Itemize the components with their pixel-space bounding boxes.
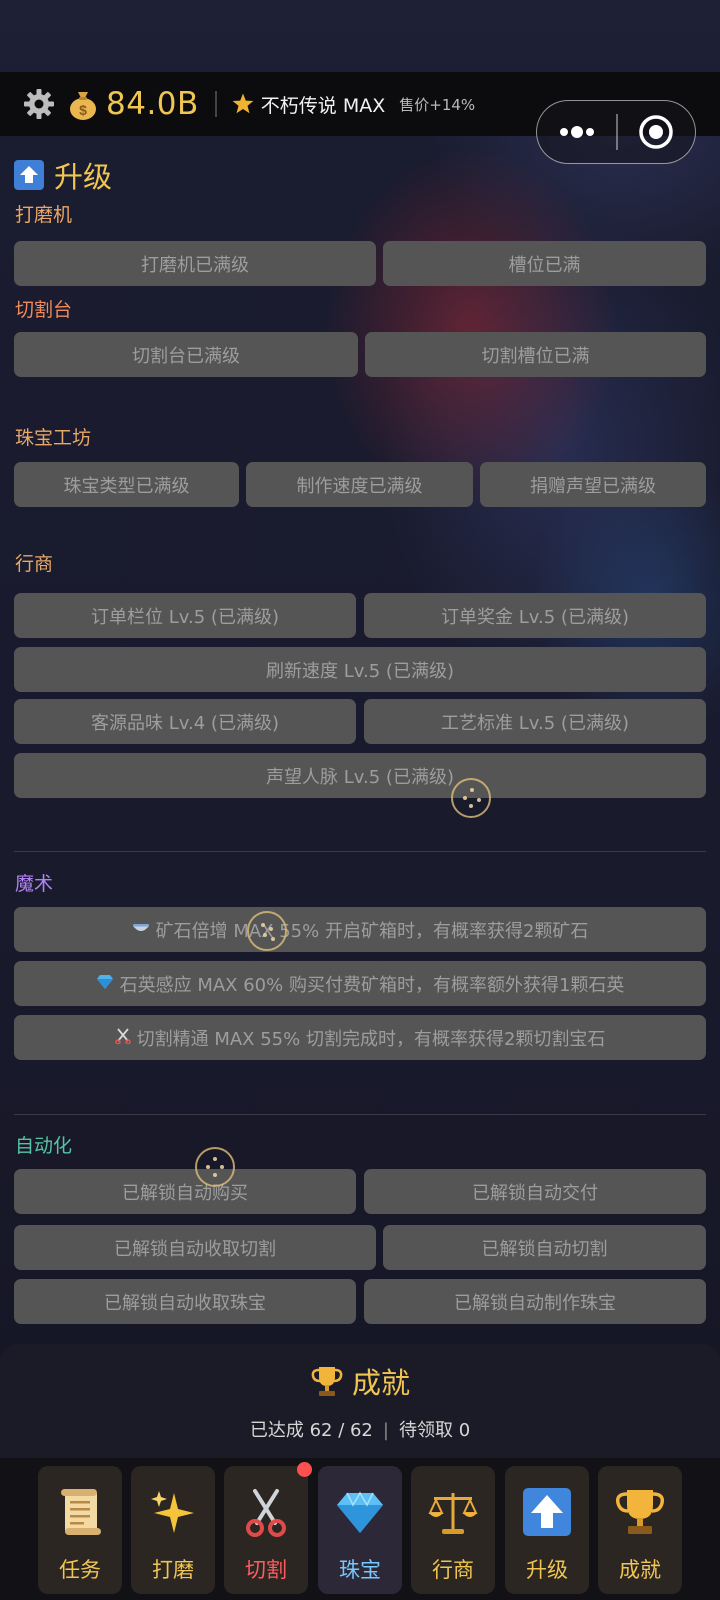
craft-standard-button[interactable]: 工艺标准 Lv.5 (已满级): [364, 699, 706, 744]
workshop-label: 珠宝工坊: [15, 427, 92, 449]
nav-tab-cut[interactable]: 切割: [224, 1466, 308, 1594]
sparkle-effect: [451, 778, 491, 818]
close-target-icon[interactable]: [618, 102, 695, 162]
diamond-icon: [332, 1484, 388, 1540]
scissors-icon: [238, 1484, 294, 1540]
trophy-icon: [612, 1484, 668, 1540]
cut-mastery-text: 切割精通 MAX 55% 切割完成时，有概率获得2颗切割宝石: [136, 1028, 606, 1050]
sparkles-icon: [145, 1484, 201, 1540]
donate-prestige-button[interactable]: 捐赠声望已满级: [480, 462, 706, 507]
order-slot-button[interactable]: 订单栏位 Lv.5 (已满级): [14, 593, 356, 638]
jewel-type-button[interactable]: 珠宝类型已满级: [14, 462, 239, 507]
order-bonus-button[interactable]: 订单奖金 Lv.5 (已满级): [364, 593, 706, 638]
money-bag-icon: $: [66, 87, 100, 121]
ore-multiply-button[interactable]: 矿石倍增 MAX 55% 开启矿箱时，有概率获得2颗矿石: [14, 907, 706, 952]
scissors-icon: [114, 1027, 131, 1048]
bowl-icon: [132, 921, 150, 939]
achievement-title: 成就: [0, 1360, 720, 1402]
capsule-menu: [536, 100, 696, 164]
achievement-summary: 已达成 62 / 62 | 待领取 0: [0, 1416, 720, 1442]
achievement-panel: 成就 已达成 62 / 62 | 待领取 0: [0, 1344, 720, 1458]
grinder-level-button[interactable]: 打磨机已满级: [14, 241, 376, 286]
more-icon[interactable]: [537, 102, 616, 162]
grinder-label: 打磨机: [15, 204, 73, 226]
nav-tab-label: 行商: [432, 1558, 474, 1582]
star-icon: [231, 92, 255, 116]
svg-text:$: $: [79, 102, 87, 118]
status-separator: [214, 91, 217, 117]
nav-tab-upgrade[interactable]: 升级: [505, 1466, 589, 1594]
quartz-sense-text: 石英感应 MAX 60% 购买付费矿箱时，有概率额外获得1颗石英: [119, 974, 625, 996]
achievement-progress: 已达成 62 / 62: [249, 1420, 373, 1441]
cutter-level-button[interactable]: 切割台已满级: [14, 332, 358, 377]
craft-speed-button[interactable]: 制作速度已满级: [246, 462, 473, 507]
nav-tab-label: 珠宝: [339, 1558, 381, 1582]
nav-tab-label: 成就: [619, 1558, 661, 1582]
sparkle-effect: [195, 1147, 235, 1187]
nav-tab-label: 升级: [526, 1558, 568, 1582]
nav-tab-achievements[interactable]: 成就: [598, 1466, 682, 1594]
automation-label: 自动化: [15, 1135, 73, 1157]
gem-icon: [96, 974, 114, 994]
sale-bonus: 售价+14%: [399, 95, 476, 114]
nav-tab-label: 任务: [59, 1558, 101, 1582]
auto-craft-jewel-button[interactable]: 已解锁自动制作珠宝: [364, 1279, 706, 1324]
achievement-pending: 待领取 0: [398, 1420, 471, 1441]
section-divider: [14, 851, 706, 852]
cutter-label: 切割台: [15, 299, 73, 321]
notification-dot: [297, 1462, 312, 1477]
nav-tab-grind[interactable]: 打磨: [131, 1466, 215, 1594]
prestige-network-button[interactable]: 声望人脉 Lv.5 (已满级): [14, 753, 706, 798]
nav-tab-jewel[interactable]: 珠宝: [318, 1466, 402, 1594]
nav-tab-merchant[interactable]: 行商: [411, 1466, 495, 1594]
achievement-separator: |: [382, 1420, 389, 1441]
coin-balance: 84.0B: [106, 86, 199, 122]
refresh-speed-button[interactable]: 刷新速度 Lv.5 (已满级): [14, 647, 706, 692]
achievement-heading: 成就: [351, 1366, 410, 1400]
auto-cut-button[interactable]: 已解锁自动切割: [383, 1225, 706, 1270]
nav-tab-tasks[interactable]: 任务: [38, 1466, 122, 1594]
trophy-icon: [310, 1364, 344, 1398]
sparkle-effect: [247, 911, 287, 951]
gear-icon[interactable]: [22, 87, 56, 121]
scroll-icon: [52, 1484, 108, 1540]
auto-collect-jewel-button[interactable]: 已解锁自动收取珠宝: [14, 1279, 356, 1324]
rank-label: 不朽传说 MAX: [260, 94, 386, 117]
scales-icon: [425, 1484, 481, 1540]
auto-deliver-button[interactable]: 已解锁自动交付: [364, 1169, 706, 1214]
section-divider: [14, 1114, 706, 1115]
ore-multiply-text: 矿石倍增 MAX 55% 开启矿箱时，有概率获得2颗矿石: [155, 920, 589, 942]
top-backdrop: [0, 0, 720, 72]
up-arrow-icon: [519, 1484, 575, 1540]
auto-collect-cut-button[interactable]: 已解锁自动收取切割: [14, 1225, 376, 1270]
cutter-slot-button[interactable]: 切割槽位已满: [365, 332, 706, 377]
nav-tab-label: 打磨: [152, 1558, 194, 1582]
magic-label: 魔术: [15, 873, 54, 895]
up-arrow-icon: [14, 160, 44, 190]
customer-taste-button[interactable]: 客源品味 Lv.4 (已满级): [14, 699, 356, 744]
auto-buy-button[interactable]: 已解锁自动购买: [14, 1169, 356, 1214]
quartz-sense-button[interactable]: 石英感应 MAX 60% 购买付费矿箱时，有概率额外获得1颗石英: [14, 961, 706, 1006]
cut-mastery-button[interactable]: 切割精通 MAX 55% 切割完成时，有概率获得2颗切割宝石: [14, 1015, 706, 1060]
upgrade-section-title: 升级: [14, 154, 112, 196]
page-title: 升级: [54, 160, 113, 194]
merchant-label: 行商: [15, 553, 54, 575]
nav-tab-label: 切割: [245, 1558, 287, 1582]
bottom-nav: 任务 打磨 切割 珠宝 行商 升级 成就: [0, 1458, 720, 1600]
grinder-slot-button[interactable]: 槽位已满: [383, 241, 706, 286]
